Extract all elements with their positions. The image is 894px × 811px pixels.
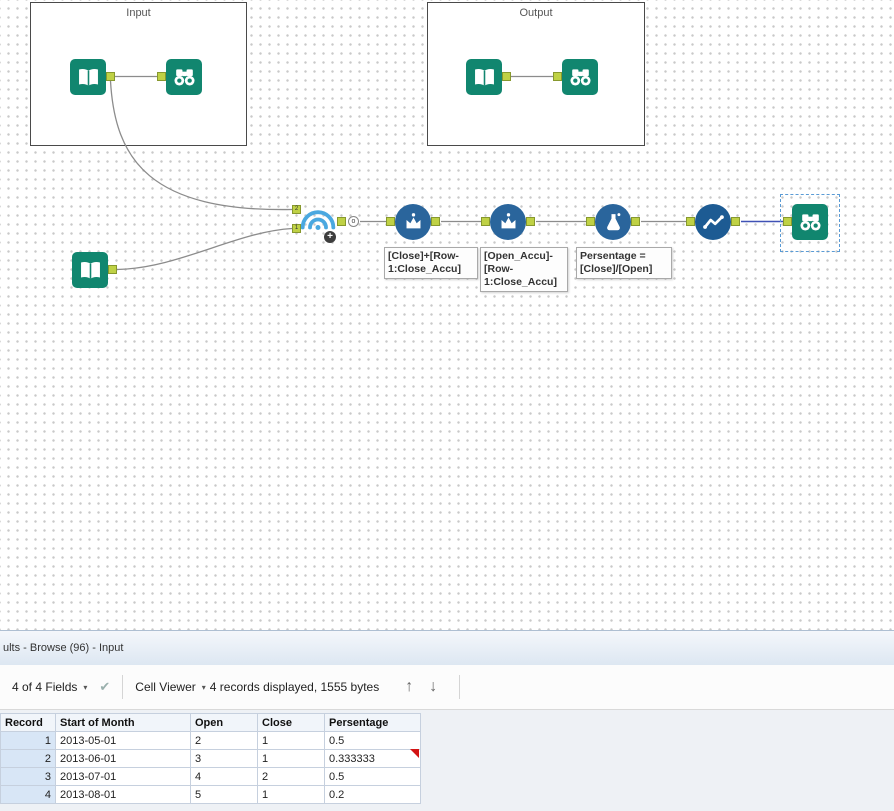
record-number-cell[interactable]: 1 (0, 731, 56, 750)
data-cell[interactable]: 2 (190, 731, 258, 750)
fields-dropdown-label: 4 of 4 Fields (12, 680, 78, 694)
input-anchor[interactable] (157, 72, 166, 81)
book-icon (474, 68, 494, 86)
data-cell[interactable]: 2013-06-01 (55, 749, 191, 768)
output-anchor[interactable] (731, 217, 740, 226)
tool-annotation[interactable]: [Close]+[Row-1:Close_Accu] (384, 247, 478, 280)
column-header-record[interactable]: Record (0, 713, 56, 732)
results-panel: ults - Browse (96) - Input 4 of 4 Fields… (0, 630, 894, 811)
browse-tool-final[interactable] (792, 204, 828, 240)
data-cell[interactable]: 2013-07-01 (55, 767, 191, 786)
data-cell[interactable]: 4 (190, 767, 258, 786)
input-anchor[interactable] (481, 217, 490, 226)
results-table: Record Start of Month Open Close Persent… (0, 713, 421, 804)
output-anchor[interactable] (631, 217, 640, 226)
data-cell[interactable]: 2 (257, 767, 325, 786)
column-header-persentage[interactable]: Persentage (324, 713, 421, 732)
scroll-down-button[interactable]: ↓ (429, 678, 437, 696)
connection-wire[interactable] (109, 80, 293, 211)
output-anchor-label: o (348, 216, 359, 227)
output-data-tool[interactable] (466, 59, 502, 95)
results-toolbar: 4 of 4 Fields ▾ ✔ Cell Viewer ▾ 4 record… (0, 665, 894, 710)
data-cell[interactable]: 2013-05-01 (55, 731, 191, 750)
input-anchor[interactable] (553, 72, 562, 81)
cell-viewer-label: Cell Viewer (135, 680, 196, 694)
data-cell[interactable]: 0.5 (324, 731, 421, 750)
column-header-start-of-month[interactable]: Start of Month (55, 713, 191, 732)
data-cell[interactable]: 5 (190, 785, 258, 804)
toolbar-divider (459, 675, 461, 699)
chevron-down-icon: ▾ (201, 682, 206, 692)
results-panel-title: ults - Browse (96) - Input (0, 631, 894, 665)
multi-row-formula-tool-2[interactable] (490, 204, 526, 240)
record-number-cell[interactable]: 2 (0, 749, 56, 768)
running-total-tool[interactable] (695, 204, 731, 240)
input-anchor[interactable] (686, 217, 695, 226)
line-chart-icon (702, 214, 724, 229)
browse-tool-output[interactable] (562, 59, 598, 95)
output-anchor[interactable] (526, 217, 535, 226)
workflow-canvas: Input Output + o 2 1 [Close]+[Row-1:Clos… (0, 0, 894, 630)
add-connection-badge[interactable]: + (324, 231, 336, 243)
column-header-open[interactable]: Open (190, 713, 258, 732)
data-cell[interactable]: 1 (257, 785, 325, 804)
browse-tool-input[interactable] (166, 59, 202, 95)
union-input-anchor-bottom[interactable]: 1 (292, 224, 301, 233)
input-data-tool-2[interactable] (72, 252, 108, 288)
record-number-cell[interactable]: 3 (0, 767, 56, 786)
data-cell[interactable]: 1 (257, 731, 325, 750)
table-header-row: Record Start of Month Open Close Persent… (0, 713, 421, 732)
scroll-up-button[interactable]: ↑ (405, 678, 413, 696)
binoculars-icon (799, 213, 821, 230)
output-anchor[interactable] (106, 72, 115, 81)
multi-row-formula-icon (501, 212, 515, 228)
toolbar-divider (122, 675, 124, 699)
output-anchor[interactable] (108, 265, 117, 274)
cell-viewer-dropdown[interactable]: Cell Viewer ▾ (135, 680, 205, 694)
results-table-body: 1 2013-05-01 2 1 0.5 2 2013-06-01 3 1 0.333333 3 20… (0, 731, 421, 804)
tool-annotation[interactable]: Persentage = [Close]/[Open] (576, 247, 672, 280)
chevron-down-icon: ▾ (83, 682, 88, 692)
tool-annotation[interactable]: [Open_Accu]-[Row-1:Close_Accu] (480, 247, 568, 293)
multi-row-formula-tool-1[interactable] (395, 204, 431, 240)
multi-row-formula-icon (406, 212, 420, 228)
book-icon (78, 68, 98, 86)
column-header-close[interactable]: Close (257, 713, 325, 732)
connection-wire[interactable] (116, 227, 293, 271)
data-cell[interactable]: 0.2 (324, 785, 421, 804)
data-cell[interactable]: 3 (190, 749, 258, 768)
data-cell[interactable]: 0.5 (324, 767, 421, 786)
output-anchor[interactable] (431, 217, 440, 226)
data-cell[interactable]: 2013-08-01 (55, 785, 191, 804)
table-row[interactable]: 2 2013-06-01 3 1 0.333333 (0, 749, 421, 768)
output-anchor[interactable] (502, 72, 511, 81)
data-cell[interactable]: 0.333333 (324, 749, 421, 768)
apply-check-icon[interactable]: ✔ (99, 679, 110, 695)
input-data-tool[interactable] (70, 59, 106, 95)
record-number-cell[interactable]: 4 (0, 785, 56, 804)
table-row[interactable]: 3 2013-07-01 4 2 0.5 (0, 767, 421, 786)
input-anchor[interactable] (783, 217, 792, 226)
input-anchor[interactable] (386, 217, 395, 226)
binoculars-icon (173, 68, 195, 85)
table-row[interactable]: 1 2013-05-01 2 1 0.5 (0, 731, 421, 750)
data-cell[interactable]: 1 (257, 749, 325, 768)
union-input-anchor-top[interactable]: 2 (292, 205, 301, 214)
formula-tool[interactable] (595, 204, 631, 240)
book-icon (80, 261, 100, 279)
table-row[interactable]: 4 2013-08-01 5 1 0.2 (0, 785, 421, 804)
fields-dropdown[interactable]: 4 of 4 Fields ▾ (12, 680, 87, 694)
records-info: 4 records displayed, 1555 bytes (209, 680, 380, 694)
union-output-anchor[interactable] (337, 217, 346, 226)
cell-flag-marker (410, 749, 419, 758)
formula-flask-icon (606, 212, 620, 230)
input-anchor[interactable] (586, 217, 595, 226)
binoculars-icon (569, 68, 591, 85)
connections-layer (109, 75, 783, 271)
